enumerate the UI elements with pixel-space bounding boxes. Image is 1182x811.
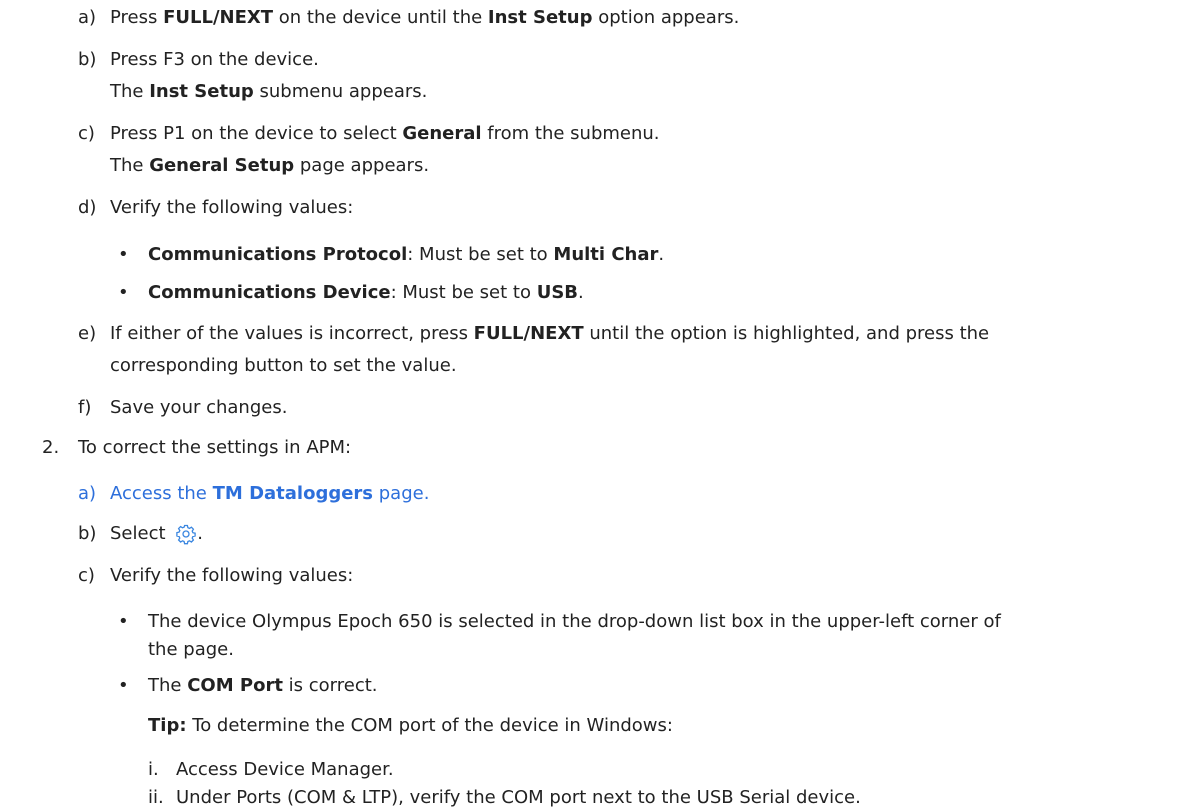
- step-b-marker: b): [78, 49, 97, 70]
- bullet-com-port: The COM Port is correct.: [148, 675, 378, 696]
- step-b-text: Press F3 on the device.: [110, 49, 319, 70]
- step-2-marker: 2.: [42, 437, 60, 458]
- bullet-comm-protocol: Communications Protocol: Must be set to …: [148, 244, 665, 265]
- step-2c-marker: c): [78, 565, 95, 586]
- bullet-marker: •: [118, 611, 129, 632]
- substep-ii-text: Under Ports (COM & LTP), verify the COM …: [176, 787, 861, 808]
- step-c-marker: c): [78, 123, 95, 144]
- tip-note: Tip: To determine the COM port of the de…: [148, 715, 673, 736]
- step-a-marker: a): [78, 7, 97, 28]
- step-e-marker: e): [78, 323, 97, 344]
- bullet-marker: •: [118, 244, 129, 265]
- bullet-marker: •: [118, 675, 129, 696]
- substep-ii-marker: ii.: [148, 787, 164, 808]
- step-a-text: Press FULL/NEXT on the device until the …: [110, 7, 740, 28]
- step-2a-marker: a): [78, 483, 97, 504]
- step-c-result: The General Setup page appears.: [110, 155, 430, 176]
- step-e-text-cont: corresponding button to set the value.: [110, 355, 457, 376]
- procedure-document: a) Press FULL/NEXT on the device until t…: [0, 0, 1182, 811]
- gear-settings-icon: [175, 523, 197, 552]
- step-2b-text: Select .: [110, 522, 203, 552]
- step-f-marker: f): [78, 397, 92, 418]
- substep-i-marker: i.: [148, 759, 159, 780]
- step-d-marker: d): [78, 197, 97, 218]
- bullet-marker: •: [118, 282, 129, 303]
- step-2c-text: Verify the following values:: [110, 565, 354, 586]
- bullet-device-selected: The device Olympus Epoch 650 is selected…: [148, 611, 1001, 632]
- step-b-result: The Inst Setup submenu appears.: [110, 81, 428, 102]
- tm-dataloggers-link[interactable]: Access the TM Dataloggers page.: [110, 482, 429, 506]
- bullet-device-selected-cont: the page.: [148, 639, 234, 660]
- substep-i-text: Access Device Manager.: [176, 759, 394, 780]
- bullet-comm-device: Communications Device: Must be set to US…: [148, 282, 584, 303]
- step-2-text: To correct the settings in APM:: [78, 437, 352, 458]
- step-2b-marker: b): [78, 523, 97, 544]
- step-e-text: If either of the values is incorrect, pr…: [110, 323, 990, 344]
- step-d-text: Verify the following values:: [110, 197, 354, 218]
- step-f-text: Save your changes.: [110, 397, 288, 418]
- step-c-text: Press P1 on the device to select General…: [110, 123, 660, 144]
